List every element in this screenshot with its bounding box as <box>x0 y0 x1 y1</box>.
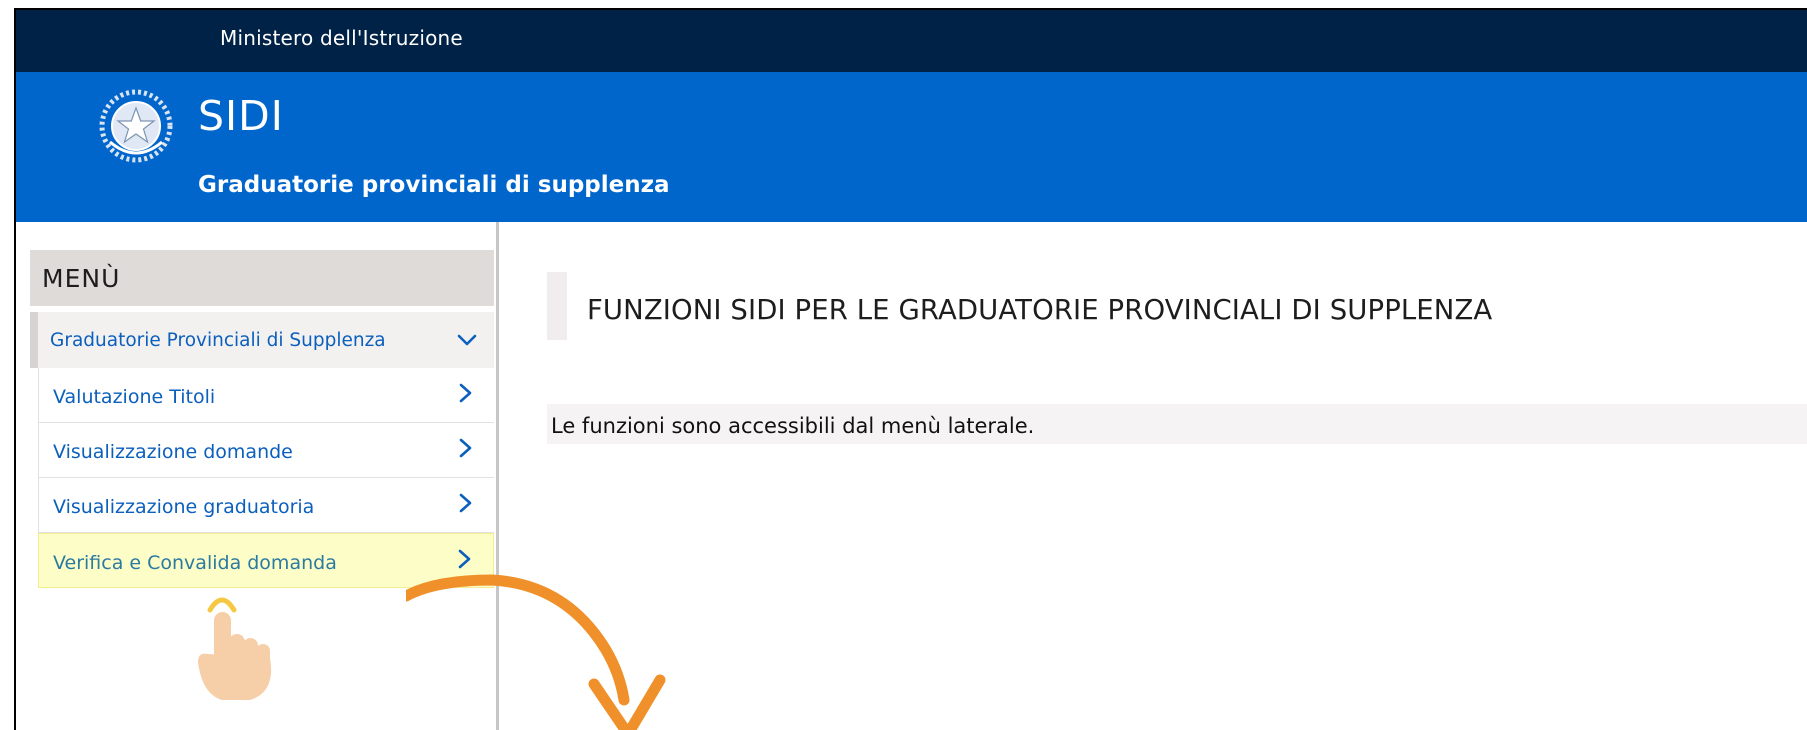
menu-item-valutazione-titoli[interactable]: Valutazione Titoli <box>38 368 494 423</box>
app-title: SIDI <box>198 92 284 140</box>
menu-group-graduatorie[interactable]: Graduatorie Provinciali di Supplenza <box>30 312 494 368</box>
italian-republic-emblem-icon <box>99 89 173 163</box>
page-title-block: FUNZIONI SIDI PER LE GRADUATORIE PROVINC… <box>547 272 1807 340</box>
menu-item-visualizzazione-domande[interactable]: Visualizzazione domande <box>38 423 494 478</box>
page-title: FUNZIONI SIDI PER LE GRADUATORIE PROVINC… <box>587 294 1493 326</box>
ministry-topbar: Ministero dell'Istruzione <box>16 10 1807 72</box>
menu-header: MENÙ <box>30 250 494 306</box>
chevron-right-icon <box>454 437 476 459</box>
app-subtitle: Graduatorie provinciali di supplenza <box>198 172 670 198</box>
menu-item-label: Visualizzazione graduatoria <box>53 496 315 518</box>
chevron-down-icon <box>456 329 478 351</box>
info-bar: Le funzioni sono accessibili dal menù la… <box>547 404 1807 444</box>
chevron-right-icon <box>454 492 476 514</box>
tap-finger-icon <box>198 597 272 700</box>
menu-title: MENÙ <box>42 264 121 293</box>
curved-arrow-icon <box>406 574 666 730</box>
info-text: Le funzioni sono accessibili dal menù la… <box>551 414 1035 438</box>
ministry-name[interactable]: Ministero dell'Istruzione <box>220 26 463 50</box>
menu-group-label: Graduatorie Provinciali di Supplenza <box>50 330 386 351</box>
chevron-right-icon <box>454 382 476 404</box>
menu-item-visualizzazione-graduatoria[interactable]: Visualizzazione graduatoria <box>38 478 494 533</box>
chevron-right-icon <box>453 548 475 570</box>
menu-item-label: Valutazione Titoli <box>53 386 216 408</box>
menu-item-label: Visualizzazione domande <box>53 441 293 463</box>
app-header: SIDI Graduatorie provinciali di supplenz… <box>16 72 1807 222</box>
menu-item-label: Verifica e Convalida domanda <box>53 552 337 574</box>
menu-list: Valutazione Titoli Visualizzazione doman… <box>38 368 494 588</box>
app-frame: Ministero dell'Istruzione SIDI Graduator… <box>14 8 1807 730</box>
